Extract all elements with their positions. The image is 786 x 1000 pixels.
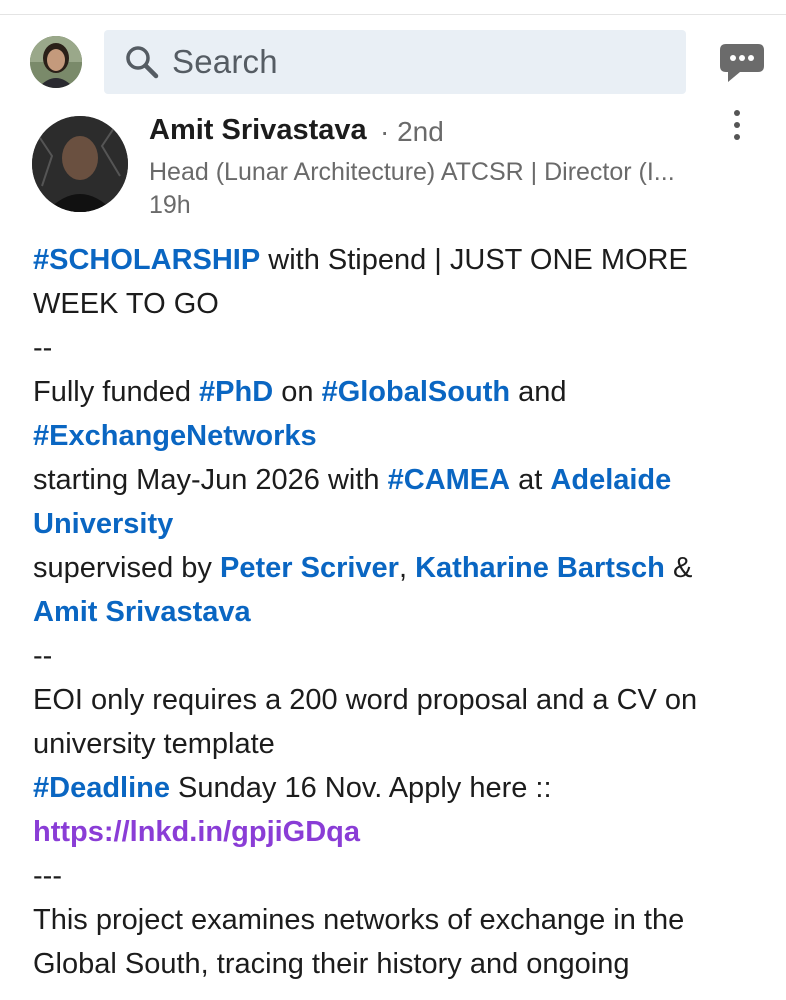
post-line: #ExchangeNetworks (33, 414, 753, 458)
post-body: #SCHOLARSHIP with Stipend | JUST ONE MOR… (33, 238, 753, 986)
post-line: --- (33, 854, 753, 898)
mention-link[interactable]: Peter Scriver (220, 552, 399, 584)
post-text: --- (33, 860, 62, 892)
post-text: EOI only requires a 200 word proposal an… (33, 684, 698, 716)
post-text: WEEK TO GO (33, 288, 219, 320)
post-text: Sunday 16 Nov. Apply here :: (170, 772, 552, 804)
post-line: University (33, 502, 753, 546)
post-text: This project examines networks of exchan… (33, 904, 685, 936)
post-line: This project examines networks of exchan… (33, 898, 753, 942)
post-line: Global South, tracing their history and … (33, 942, 753, 986)
post-text: , (398, 552, 416, 584)
mention-link[interactable]: Adelaide (550, 464, 671, 496)
post-line: supervised by Peter Scriver, Katharine B… (33, 546, 753, 590)
post-text: at (510, 464, 551, 496)
hashtag-link[interactable]: #PhD (199, 376, 273, 408)
post-text: starting May-Jun 2026 with (33, 464, 388, 496)
post-line: WEEK TO GO (33, 282, 753, 326)
my-profile-avatar[interactable] (30, 36, 82, 88)
hashtag-link[interactable]: #Deadline (33, 772, 170, 804)
messaging-icon[interactable] (718, 42, 766, 84)
post-text: -- (33, 332, 53, 364)
post-text: Fully funded (33, 376, 200, 408)
post-text: -- (33, 640, 53, 672)
post-line: Fully funded #PhD on #GlobalSouth and (33, 370, 753, 414)
post-line: Amit Srivastava (33, 590, 753, 634)
post-text: supervised by (33, 552, 220, 584)
search-bar[interactable]: Search (104, 30, 686, 94)
post-text: & (664, 552, 693, 584)
my-profile-photo (30, 36, 82, 88)
top-divider (0, 14, 786, 15)
author-headline: Head (Lunar Architecture) ATCSR | Direct… (149, 158, 675, 186)
connection-degree: · 2nd (380, 116, 444, 147)
linkedin-feed-screen: Search Amit Srivastava · 2nd Head (Lunar… (0, 0, 786, 1000)
post-line: EOI only requires a 200 word proposal an… (33, 678, 753, 722)
post-line: -- (33, 326, 753, 370)
hashtag-link[interactable]: #ExchangeNetworks (33, 420, 317, 452)
post-text: university template (33, 728, 275, 760)
post-line: -- (33, 634, 753, 678)
mention-link[interactable]: Amit Srivastava (33, 596, 251, 628)
url-link[interactable]: https://lnkd.in/gpjiGDqa (33, 816, 360, 848)
hashtag-link[interactable]: #GlobalSouth (322, 376, 511, 408)
post-line: #Deadline Sunday 16 Nov. Apply here :: (33, 766, 753, 810)
hashtag-link[interactable]: #CAMEA (388, 464, 510, 496)
search-placeholder: Search (172, 43, 278, 80)
post-line: #SCHOLARSHIP with Stipend | JUST ONE MOR… (33, 238, 753, 282)
author-avatar[interactable] (32, 116, 128, 212)
more-options-icon[interactable] (728, 108, 746, 142)
post-line: https://lnkd.in/gpjiGDqa (33, 810, 753, 854)
post-line: starting May-Jun 2026 with #CAMEA at Ade… (33, 458, 753, 502)
post-text: Global South, tracing their history and … (33, 948, 630, 980)
post-timestamp: 19h (149, 191, 191, 219)
author-name[interactable]: Amit Srivastava (149, 114, 367, 147)
post-text: and (510, 376, 567, 408)
mention-link[interactable]: University (33, 508, 173, 540)
post-text: with Stipend | JUST ONE MORE (260, 244, 688, 276)
mention-link[interactable]: Katharine Bartsch (415, 552, 665, 584)
hashtag-link[interactable]: #SCHOLARSHIP (33, 244, 260, 276)
author-photo (32, 116, 128, 212)
post-text: on (273, 376, 322, 408)
post-line: university template (33, 722, 753, 766)
search-icon (126, 46, 159, 79)
